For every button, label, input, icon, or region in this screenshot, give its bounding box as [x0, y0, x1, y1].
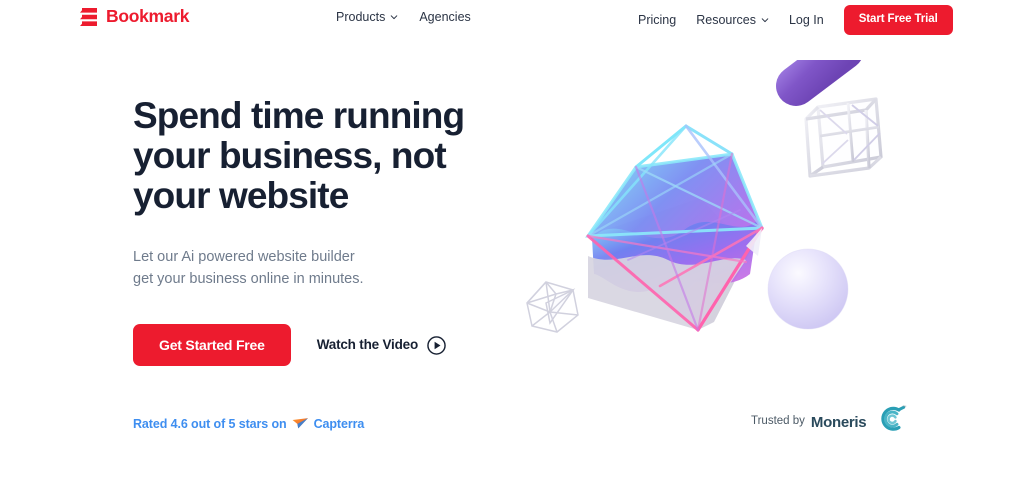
landing-page: Bookmark Products Agencies Pricing Resou…	[0, 0, 1024, 502]
gradient-gem-shape	[585, 124, 765, 332]
nav-item-login-label: Log In	[788, 12, 824, 27]
capterra-rating[interactable]: Rated 4.6 out of 5 stars on Capterra	[133, 417, 364, 431]
nav-item-products-label: Products	[336, 10, 386, 24]
hero-illustration	[500, 60, 980, 380]
hero-subheadline: Let our Ai powered website builder get y…	[133, 248, 364, 288]
capterra-rating-text: Rated 4.6 out of 5 stars on	[133, 416, 287, 431]
nav-item-resources[interactable]: Resources	[696, 12, 769, 27]
play-circle-icon[interactable]	[427, 335, 446, 355]
trusted-by-badge: Trusted by Moneris ™	[751, 405, 908, 436]
capterra-platform-label: Capterra	[313, 416, 365, 431]
page-title: Spend time running your business, not yo…	[133, 95, 465, 216]
brand-name: Bookmark	[106, 6, 190, 27]
nav-item-pricing[interactable]: Pricing	[638, 12, 677, 27]
watch-video-label: Watch the Video	[316, 337, 418, 353]
brand-logo[interactable]: Bookmark	[80, 7, 189, 27]
lavender-sphere-shape	[767, 248, 849, 330]
nav-item-products[interactable]: Products	[336, 11, 398, 24]
hero-actions: Get Started Free Watch the Video	[133, 324, 446, 366]
capterra-logo-icon	[287, 417, 314, 431]
nav-item-agencies-label: Agencies	[419, 10, 471, 24]
moneris-brand-name: Moneris	[810, 413, 867, 431]
nav-item-pricing-label: Pricing	[638, 12, 677, 27]
wireframe-icosahedron-shape	[526, 281, 579, 333]
watch-video-link[interactable]: Watch the Video	[316, 335, 446, 355]
site-header: Bookmark Products Agencies Pricing Resou…	[0, 0, 1024, 38]
trusted-by-prefix: Trusted by	[751, 415, 805, 428]
chevron-down-icon	[390, 11, 398, 24]
hero-content: Spend time running your business, not yo…	[133, 95, 523, 366]
primary-nav-right: Pricing Resources Log In Start Free Tria…	[638, 5, 953, 35]
wireframe-cube-shape	[804, 97, 883, 178]
primary-nav-left: Products Agencies	[336, 11, 471, 24]
chevron-down-icon	[761, 14, 769, 27]
nav-item-login[interactable]: Log In	[788, 12, 824, 27]
start-free-trial-button[interactable]: Start Free Trial	[843, 5, 953, 35]
bookmark-logo-icon	[80, 7, 99, 27]
nav-item-resources-label: Resources	[696, 12, 756, 27]
moneris-logo-icon: ™	[872, 405, 908, 436]
get-started-free-button[interactable]: Get Started Free	[133, 324, 291, 366]
svg-text:™: ™	[903, 405, 907, 410]
nav-item-agencies[interactable]: Agencies	[419, 11, 470, 24]
